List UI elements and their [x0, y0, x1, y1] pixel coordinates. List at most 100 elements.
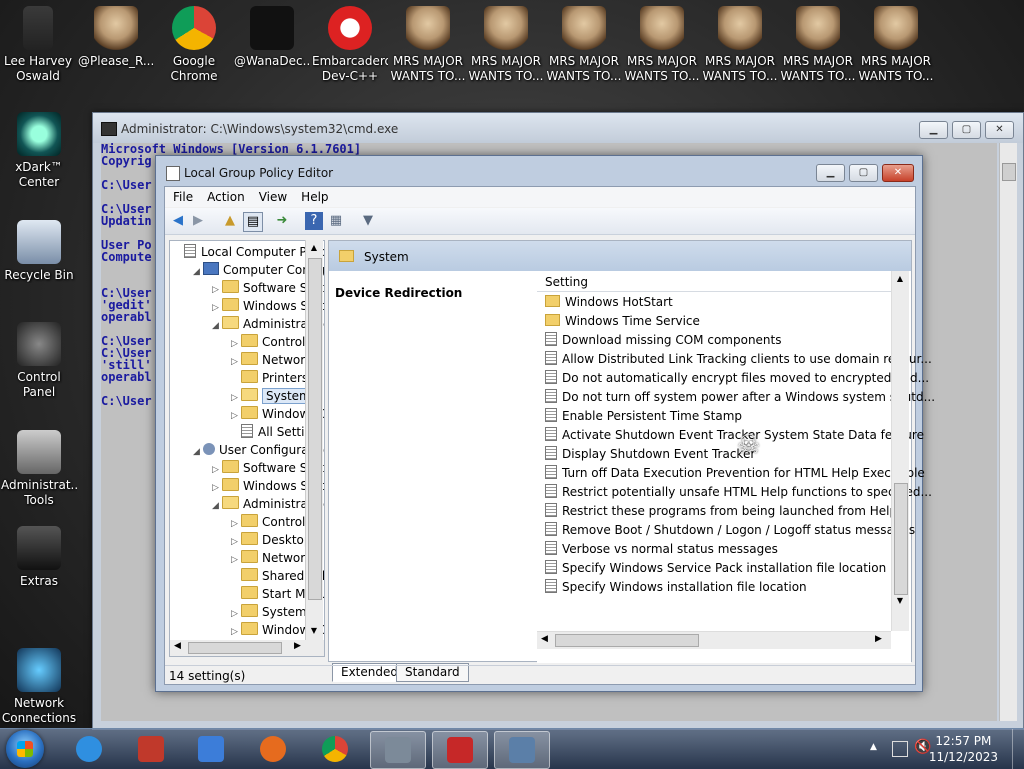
setting-row[interactable]: Do not turn off system power after a Win… — [545, 388, 935, 407]
help-icon[interactable]: ? — [305, 212, 323, 230]
show-hide-tree-icon[interactable]: ▤ — [243, 212, 263, 232]
cmd-close-button[interactable]: ✕ — [985, 121, 1014, 139]
taskbar-button[interactable] — [432, 731, 488, 769]
desktop-icon[interactable]: MRS MAJOR WANTS TO... — [546, 6, 622, 84]
filter-icon[interactable]: ▼ — [359, 212, 377, 230]
desktop-icon[interactable]: Google Chrome — [156, 6, 232, 84]
tree-vertical-scrollbar[interactable]: ▲ ▼ — [305, 240, 323, 640]
setting-column-header[interactable]: Setting — [537, 271, 891, 292]
cmd-titlebar[interactable]: Administrator: C:\Windows\system32\cmd.e… — [93, 113, 1023, 143]
gpedit-window[interactable]: Local Group Policy Editor ▁ ▢ ✕ File Acti… — [155, 155, 935, 692]
setting-row[interactable]: Restrict potentially unsafe HTML Help fu… — [545, 483, 932, 502]
setting-row[interactable]: Display Shutdown Event Tracker — [545, 445, 755, 464]
taskbar-button[interactable] — [62, 731, 116, 767]
desktop-icon[interactable]: MRS MAJOR WANTS TO... — [858, 6, 934, 84]
desktop-icon[interactable]: Recycle Bin — [1, 220, 77, 283]
settings-list[interactable]: Setting Windows HotStart Windows Time Ser… — [537, 271, 935, 663]
setting-row[interactable]: Specify Windows installation file locati… — [545, 578, 807, 597]
setting-row[interactable]: Specify Windows Service Pack installatio… — [545, 559, 886, 578]
tree-scroll-thumb[interactable] — [308, 258, 322, 600]
export-list-icon[interactable]: ➜ — [273, 212, 291, 230]
settings-scroll-down-icon[interactable]: ▼ — [892, 593, 908, 609]
tree-node[interactable]: ▷ Network — [231, 351, 312, 369]
desktop-icon[interactable]: MRS MAJOR WANTS TO... — [624, 6, 700, 84]
up-folder-icon[interactable]: ▲ — [221, 212, 239, 230]
cmd-minimize-button[interactable]: ▁ — [919, 121, 948, 139]
tree-hscroll-thumb[interactable] — [188, 642, 282, 654]
desktop-icon[interactable]: Administrat... Tools — [1, 430, 77, 508]
taskbar-button[interactable] — [308, 731, 362, 767]
gpedit-close-button[interactable]: ✕ — [882, 164, 914, 182]
setting-row[interactable]: Restrict these programs from being launc… — [545, 502, 897, 521]
taskbar-button[interactable] — [370, 731, 426, 769]
setting-row[interactable]: Enable Persistent Time Stamp — [545, 407, 742, 426]
navigation-tree[interactable]: Local Computer Polic ◢ Computer Config ▷ Sof… — [169, 240, 325, 642]
settings-scroll-right-icon[interactable]: ▶ — [875, 634, 882, 644]
gpedit-titlebar[interactable]: Local Group Policy Editor ▁ ▢ ✕ — [156, 156, 922, 188]
settings-scroll-thumb[interactable] — [894, 483, 908, 595]
desktop-icon[interactable]: Control Panel — [1, 322, 77, 400]
tree-scroll-left-icon[interactable]: ◀ — [174, 641, 181, 651]
tray-expand-icon[interactable]: ▲ — [870, 742, 877, 752]
desktop-icon[interactable]: @Please_R... — [78, 6, 154, 69]
tree-node[interactable]: ▷ System — [231, 387, 315, 405]
tree-scroll-right-icon[interactable]: ▶ — [294, 641, 301, 651]
collapse-arrow-icon[interactable]: ◢ — [212, 317, 222, 335]
tree-node[interactable]: ▷ System — [231, 603, 307, 621]
setting-row[interactable]: Verbose vs normal status messages — [545, 540, 778, 559]
tree-node[interactable]: Printers — [231, 369, 308, 387]
setting-row[interactable]: Do not automatically encrypt files moved… — [545, 369, 929, 388]
tree-scroll-up-icon[interactable]: ▲ — [306, 240, 322, 256]
properties-icon[interactable]: ▦ — [327, 212, 345, 230]
setting-row[interactable]: Windows HotStart — [545, 293, 673, 312]
start-button[interactable] — [6, 730, 44, 768]
settings-scroll-left-icon[interactable]: ◀ — [541, 634, 548, 644]
menu-view[interactable]: View — [251, 187, 293, 204]
tree-node[interactable]: ▷ Desktop — [231, 531, 312, 549]
settings-hscroll-thumb[interactable] — [555, 634, 699, 647]
desktop-icon[interactable]: MRS MAJOR WANTS TO... — [390, 6, 466, 84]
desktop-icon[interactable]: MRS MAJOR WANTS TO... — [780, 6, 856, 84]
cmd-maximize-button[interactable]: ▢ — [952, 121, 981, 139]
settings-horizontal-scrollbar[interactable]: ◀ ▶ — [537, 631, 891, 649]
menu-action[interactable]: Action — [199, 187, 251, 204]
taskbar-button[interactable] — [184, 731, 238, 767]
desktop-icon[interactable]: Lee Harvey Oswald — [0, 6, 76, 84]
desktop-icon[interactable]: xDark™ Center — [1, 112, 77, 190]
settings-vertical-scrollbar[interactable]: ▲ ▼ — [891, 271, 909, 631]
setting-row[interactable]: Allow Distributed Link Tracking clients … — [545, 350, 932, 369]
setting-row[interactable]: Activate Shutdown Event Tracker System S… — [545, 426, 924, 445]
cmd-scrollbar[interactable] — [999, 143, 1017, 721]
desktop-icon[interactable]: Network Connections — [1, 648, 77, 726]
expand-arrow-icon[interactable]: ▷ — [231, 623, 241, 641]
taskbar-button[interactable] — [246, 731, 300, 767]
show-desktop-button[interactable] — [1012, 729, 1024, 769]
cmd-scroll-thumb[interactable] — [1002, 163, 1016, 181]
forward-arrow-icon[interactable]: ▶ — [189, 212, 207, 230]
tree-horizontal-scrollbar[interactable]: ◀ ▶ — [169, 640, 325, 657]
taskbar-button[interactable] — [494, 731, 550, 769]
collapse-arrow-icon[interactable]: ◢ — [212, 497, 222, 515]
taskbar-button[interactable] — [124, 731, 178, 767]
network-tray-icon[interactable] — [892, 741, 908, 757]
tree-node[interactable]: Local Computer Polic — [174, 243, 324, 261]
setting-row[interactable]: Remove Boot / Shutdown / Logon / Logoff … — [545, 521, 915, 540]
setting-row[interactable]: Download missing COM components — [545, 331, 782, 350]
settings-scroll-up-icon[interactable]: ▲ — [892, 271, 908, 287]
setting-row[interactable]: Windows Time Service — [545, 312, 700, 331]
collapse-arrow-icon[interactable]: ◢ — [193, 263, 203, 281]
gpedit-maximize-button[interactable]: ▢ — [849, 164, 878, 182]
desktop-icon[interactable]: MRS MAJOR WANTS TO... — [702, 6, 778, 84]
clock[interactable]: 12:57 PM 11/12/2023 — [929, 733, 998, 765]
gpedit-minimize-button[interactable]: ▁ — [816, 164, 845, 182]
desktop-icon[interactable]: Extras — [1, 526, 77, 589]
desktop-icon[interactable]: Embarcadero Dev-C++ — [312, 6, 388, 84]
desktop-icon[interactable]: @WanaDec... — [234, 6, 310, 69]
back-arrow-icon[interactable]: ◀ — [169, 212, 187, 230]
menu-help[interactable]: Help — [293, 187, 334, 204]
tree-node[interactable]: ▷ Network — [231, 549, 312, 567]
collapse-arrow-icon[interactable]: ◢ — [193, 443, 203, 461]
setting-row[interactable]: Turn off Data Execution Prevention for H… — [545, 464, 925, 483]
desktop-icon[interactable]: MRS MAJOR WANTS TO... — [468, 6, 544, 84]
menu-file[interactable]: File — [165, 187, 199, 204]
